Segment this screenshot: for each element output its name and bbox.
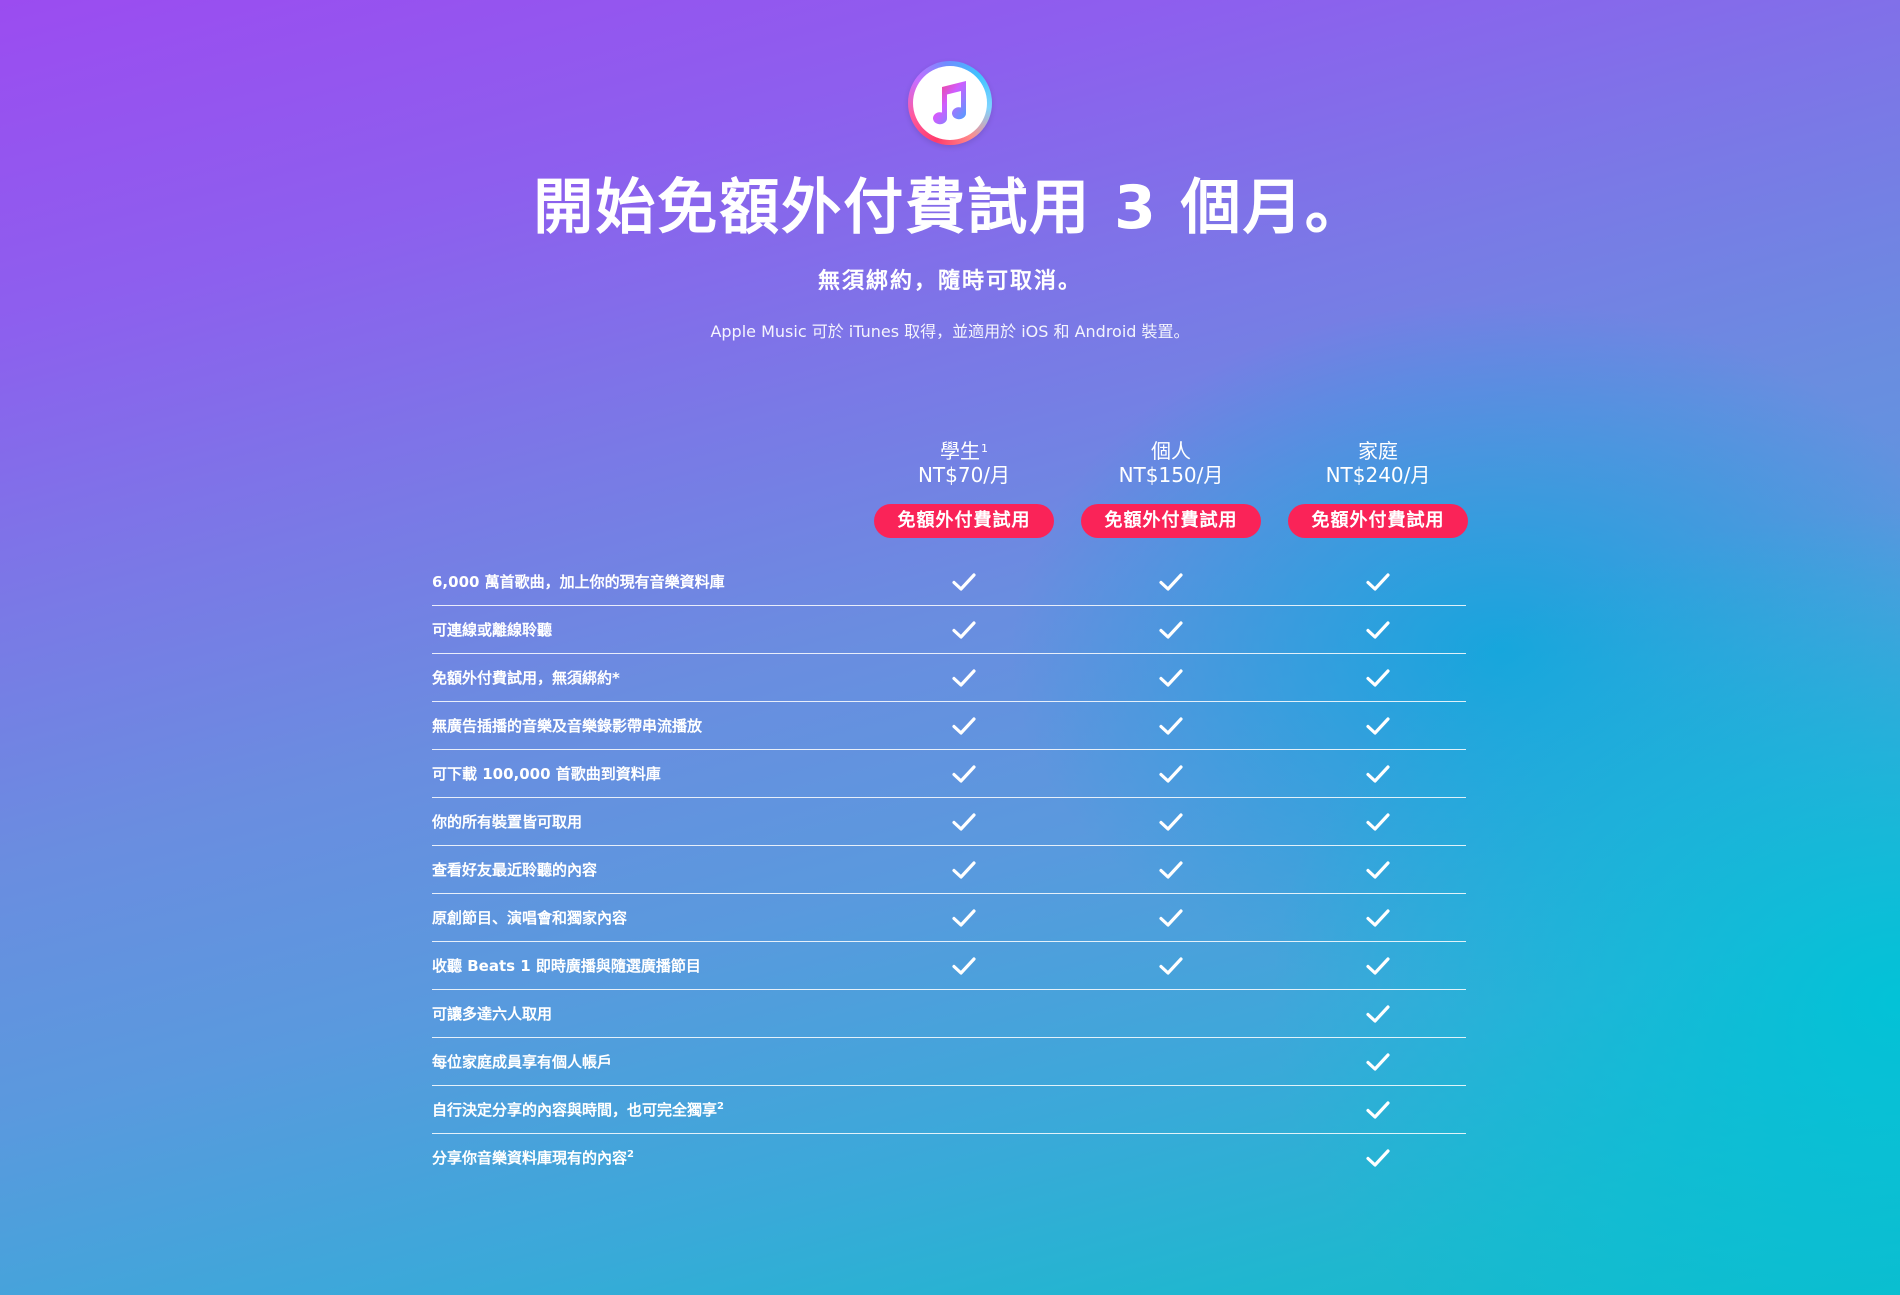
feature-label-text: 6,000 萬首歌曲，加上你的現有音樂資料庫 [432,573,725,591]
feature-row: 自行決定分享的內容與時間，也可完全獨享2 [432,1086,1466,1134]
checkmark-icon [1365,811,1391,833]
feature-comparison-table: 6,000 萬首歌曲，加上你的現有音樂資料庫 可連線或離線聆聽免額外付費試用，無須… [432,558,1466,1181]
checkmark-icon [1365,763,1391,785]
page-title: 開始免額外付費試用 3 個月。 [533,173,1367,243]
individual-trial-button[interactable]: 免額外付費試用 [1081,504,1261,538]
feature-label-text: 可下載 100,000 首歌曲到資料庫 [432,765,661,783]
checkmark-icon [1365,1003,1391,1025]
feature-row: 無廣告插播的音樂及音樂錄影帶串流播放 [432,702,1466,750]
feature-label-text: 可讓多達六人取用 [432,1005,553,1023]
feature-row: 收聽 Beats 1 即時廣播與隨選廣播節目 [432,942,1466,990]
checkmark-icon [1365,571,1391,593]
feature-label: 可讓多達六人取用 [432,1004,552,1024]
checkmark-icon [951,811,977,833]
itunes-logo [908,61,992,145]
feature-label-text: 你的所有裝置皆可取用 [432,813,583,831]
feature-label: 6,000 萬首歌曲，加上你的現有音樂資料庫 [432,572,725,592]
checkmark-icon [1365,1051,1391,1073]
family-trial-button[interactable]: 免額外付費試用 [1288,504,1468,538]
feature-row: 查看好友最近聆聽的內容 [432,846,1466,894]
feature-label: 無廣告插播的音樂及音樂錄影帶串流播放 [432,716,702,736]
feature-row: 可讓多達六人取用 [432,990,1466,1038]
checkmark-icon [951,715,977,737]
checkmark-icon [1158,619,1184,641]
checkmark-icon [951,571,977,593]
checkmark-icon [951,907,977,929]
feature-label-text: 收聽 Beats 1 即時廣播與隨選廣播節目 [432,957,701,975]
feature-row: 每位家庭成員享有個人帳戶 [432,1038,1466,1086]
plan-student: 學生1 NT$70/月 免額外付費試用 [874,438,1054,538]
feature-label-text: 分享你音樂資料庫現有的內容 [432,1149,628,1167]
feature-label: 原創節目、演唱會和獨家內容 [432,908,627,928]
feature-row: 原創節目、演唱會和獨家內容 [432,894,1466,942]
checkmark-icon [1365,619,1391,641]
checkmark-icon [1365,859,1391,881]
checkmark-icon [1158,571,1184,593]
plan-name: 學生1 [940,439,988,463]
feature-row: 可連線或離線聆聽 [432,606,1466,654]
plan-name: 家庭 [1358,439,1398,463]
checkmark-icon [1158,907,1184,929]
checkmark-icon [1158,667,1184,689]
feature-label-text: 原創節目、演唱會和獨家內容 [432,909,628,927]
feature-footnote: 2 [627,1149,634,1160]
checkmark-icon [951,619,977,641]
feature-label-text: 免額外付費試用，無須綁約* [432,669,620,687]
feature-row: 免額外付費試用，無須綁約* [432,654,1466,702]
checkmark-icon [1365,955,1391,977]
feature-row: 6,000 萬首歌曲，加上你的現有音樂資料庫 [432,558,1466,606]
plan-price: NT$150/月 [1118,463,1224,487]
feature-label: 可連線或離線聆聽 [432,620,552,640]
checkmark-icon [951,667,977,689]
feature-row: 可下載 100,000 首歌曲到資料庫 [432,750,1466,798]
plan-family: 家庭 NT$240/月 免額外付費試用 [1288,438,1468,538]
checkmark-icon [1365,715,1391,737]
feature-row: 你的所有裝置皆可取用 [432,798,1466,846]
feature-label: 每位家庭成員享有個人帳戶 [432,1052,612,1072]
checkmark-icon [1365,907,1391,929]
checkmark-icon [951,955,977,977]
feature-label: 免額外付費試用，無須綁約* [432,668,620,688]
checkmark-icon [1158,955,1184,977]
plan-price: NT$240/月 [1325,463,1431,487]
feature-label-text: 查看好友最近聆聽的內容 [432,861,598,879]
feature-label-text: 每位家庭成員享有個人帳戶 [432,1053,613,1071]
checkmark-icon [1158,859,1184,881]
music-note-icon [933,81,967,125]
feature-label-text: 自行決定分享的內容與時間，也可完全獨享 [432,1101,718,1119]
feature-label: 分享你音樂資料庫現有的內容2 [432,1148,634,1168]
checkmark-icon [951,859,977,881]
page-subtitle: 無須綁約，隨時可取消。 [817,269,1082,294]
apple-music-plans-page: 開始免額外付費試用 3 個月。 無須綁約，隨時可取消。 Apple Music … [0,0,1900,1295]
feature-label: 查看好友最近聆聽的內容 [432,860,597,880]
availability-note: Apple Music 可於 iTunes 取得，並適用於 iOS 和 Andr… [710,322,1190,341]
plan-price: NT$70/月 [917,463,1011,487]
checkmark-icon [1158,715,1184,737]
checkmark-icon [1365,1147,1391,1169]
feature-label: 可下載 100,000 首歌曲到資料庫 [432,764,661,784]
feature-label: 你的所有裝置皆可取用 [432,812,582,832]
feature-label: 自行決定分享的內容與時間，也可完全獨享2 [432,1100,724,1120]
student-trial-button[interactable]: 免額外付費試用 [874,504,1054,538]
feature-row: 分享你音樂資料庫現有的內容2 [432,1134,1466,1181]
plan-individual: 個人 NT$150/月 免額外付費試用 [1081,438,1261,538]
checkmark-icon [951,763,977,785]
feature-label-text: 無廣告插播的音樂及音樂錄影帶串流播放 [432,717,703,735]
feature-footnote: 2 [717,1101,724,1112]
checkmark-icon [1365,1099,1391,1121]
checkmark-icon [1158,811,1184,833]
feature-label-text: 可連線或離線聆聽 [432,621,553,639]
checkmark-icon [1365,667,1391,689]
feature-label: 收聽 Beats 1 即時廣播與隨選廣播節目 [432,956,701,976]
plan-footnote: 1 [981,442,988,455]
plan-name: 個人 [1151,439,1191,463]
checkmark-icon [1158,763,1184,785]
